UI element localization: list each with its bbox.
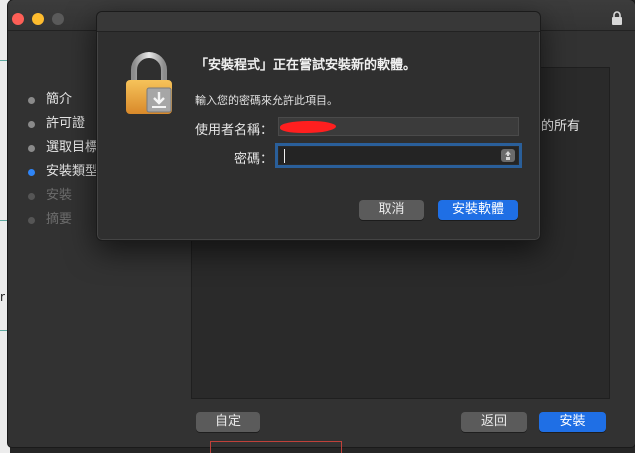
password-label: 密碼： [233, 152, 273, 167]
username-label: 使用者名稱： [194, 123, 273, 138]
customize-button[interactable]: 自定 [196, 412, 260, 432]
step-label: 選取目標 [46, 140, 99, 155]
password-autofill-icon[interactable] [501, 149, 515, 162]
step-introduction: 簡介 [26, 88, 98, 112]
content-peek-text: 的所有 [541, 119, 581, 134]
dialog-titlebar [97, 12, 540, 32]
step-dot [28, 97, 35, 104]
step-label: 簡介 [46, 92, 73, 107]
cancel-button[interactable]: 取消 [359, 200, 424, 220]
install-software-button[interactable]: 安裝軟體 [438, 200, 518, 220]
background-red-frame [210, 441, 342, 453]
zoom-button[interactable] [52, 13, 64, 25]
installer-steps: 簡介 許可證 選取目標 安裝類型 安裝 摘要 [26, 88, 98, 232]
desktop-glyph: r [0, 290, 5, 304]
back-button[interactable]: 返回 [461, 412, 527, 432]
lock-icon [612, 11, 622, 25]
step-label: 許可證 [46, 116, 86, 131]
step-installation-type: 安裝類型 [26, 160, 98, 184]
padlock-installer-icon [126, 52, 172, 114]
step-label: 安裝類型 [46, 164, 99, 179]
step-dot [28, 121, 35, 128]
step-label: 摘要 [46, 212, 73, 227]
install-button[interactable]: 安裝 [539, 412, 606, 432]
minimize-button[interactable] [32, 13, 44, 25]
screen: r 簡介 許可證 選取目標 安裝類型 安裝 摘要 的所有 自定 返回 安裝 「安… [0, 0, 635, 453]
step-destination: 選取目標 [26, 136, 98, 160]
step-dot [28, 217, 35, 224]
close-button[interactable] [12, 13, 24, 25]
step-summary: 摘要 [26, 208, 98, 232]
dialog-title: 「安裝程式」正在嘗試安裝新的軟體。 [195, 58, 417, 73]
step-dot [28, 193, 35, 200]
dialog-subtitle: 輸入您的密碼來允許此項目。 [195, 94, 338, 107]
redacted-username-mark [280, 121, 336, 133]
step-install: 安裝 [26, 184, 98, 208]
step-dot [28, 145, 35, 152]
step-dot-active [28, 169, 35, 176]
step-label: 安裝 [46, 188, 73, 203]
text-cursor [284, 149, 285, 163]
username-field[interactable] [278, 117, 519, 136]
auth-dialog: 「安裝程式」正在嘗試安裝新的軟體。 輸入您的密碼來允許此項目。 使用者名稱： 密… [96, 11, 541, 241]
password-field[interactable] [278, 146, 519, 165]
step-license: 許可證 [26, 112, 98, 136]
